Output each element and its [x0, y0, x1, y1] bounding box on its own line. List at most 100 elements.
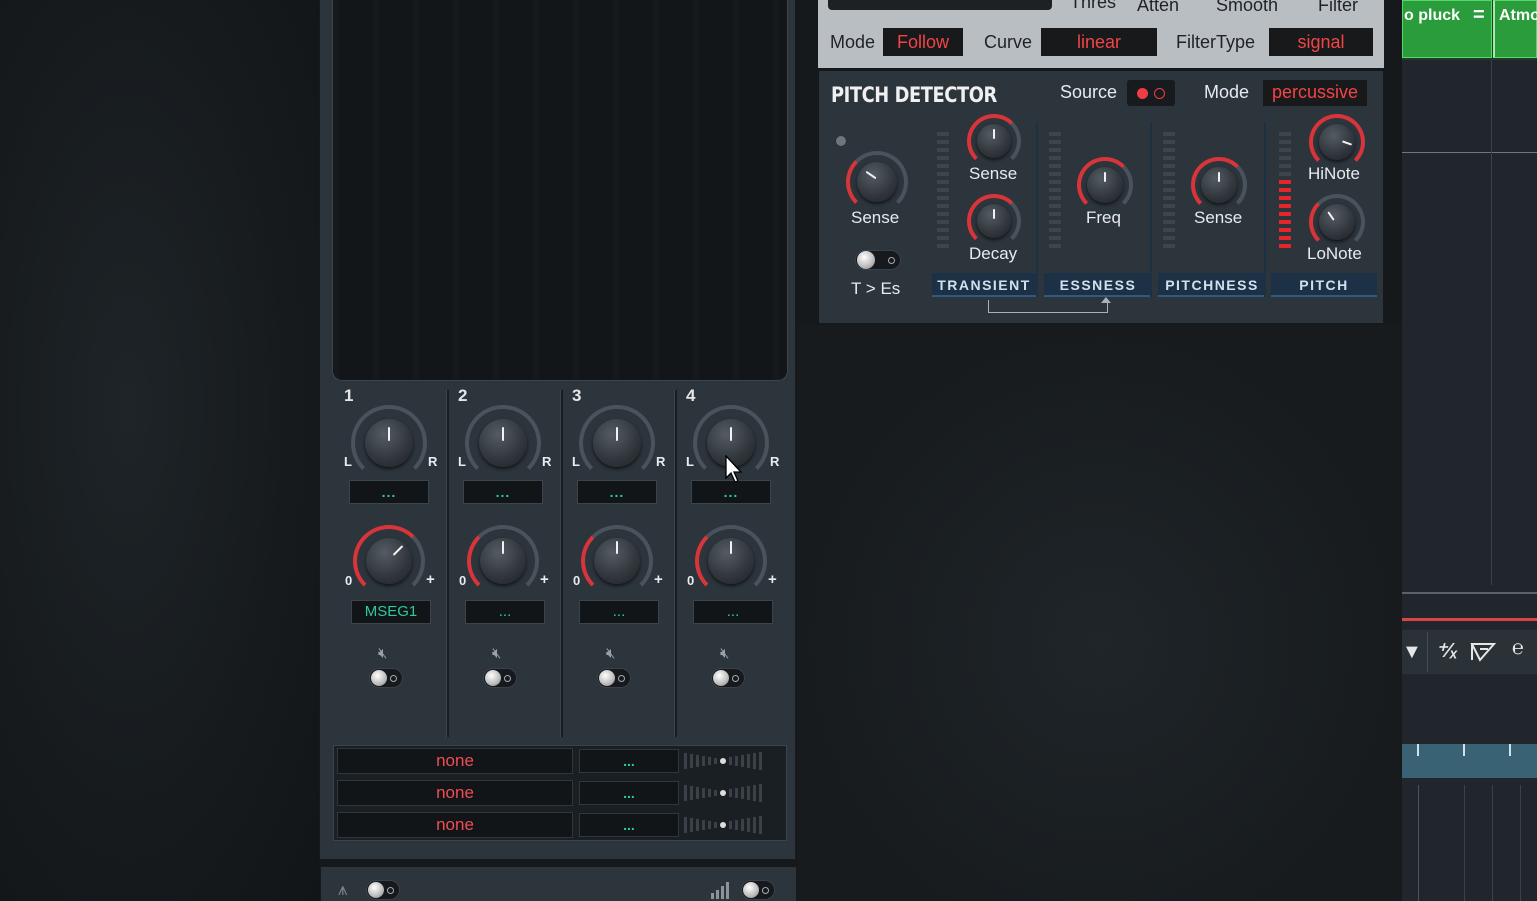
amount-plus-label: +	[540, 571, 549, 588]
channel-divider	[446, 390, 449, 737]
mod-depth-slider-2[interactable]	[684, 783, 762, 803]
desktop-background-left	[0, 0, 320, 901]
mod-depth-slider-1[interactable]	[684, 751, 762, 771]
amount-plus-label: +	[426, 571, 435, 588]
pan-left-label: L	[458, 454, 466, 469]
mute-toggle-2[interactable]	[483, 668, 517, 688]
transient-decay-knob[interactable]	[967, 194, 1021, 248]
amount-plus-label: +	[768, 571, 777, 588]
essness-freq-label: Freq	[1086, 208, 1121, 227]
grid-line	[1520, 785, 1521, 901]
channel-number: 1	[344, 386, 354, 405]
mod-source-1[interactable]: MSEG1	[351, 600, 431, 624]
grid-line	[1491, 60, 1492, 585]
amount-min-label: 0	[687, 573, 695, 588]
mode-select[interactable]: Follow	[883, 28, 963, 56]
mod-target-1[interactable]: none	[337, 748, 573, 774]
pd-mode-select[interactable]: percussive	[1263, 80, 1367, 106]
t-es-label: T > Es	[851, 279, 901, 298]
transient-section-title: TRANSIENT	[932, 273, 1036, 297]
mod-source-row-2[interactable]: ...	[579, 781, 679, 805]
source-dot-active	[1137, 88, 1148, 99]
envelope-display	[828, 0, 1052, 10]
bottom-toggle-right[interactable]	[741, 880, 775, 900]
clip-marker	[1463, 744, 1465, 756]
mod-target-3[interactable]: none	[337, 812, 573, 838]
mod-source-2[interactable]: ...	[465, 600, 545, 624]
toolbar-divider	[1427, 632, 1428, 672]
transient-sense-knob[interactable]	[967, 114, 1021, 168]
pan-right-label: R	[428, 454, 438, 469]
mod-target-2[interactable]: none	[337, 780, 573, 806]
amount-knob-4[interactable]	[695, 525, 767, 597]
curve-tool-icon[interactable]: ℮	[1512, 637, 1524, 660]
channel-divider	[560, 390, 563, 737]
clip-marker	[1417, 744, 1419, 756]
curve-label: Curve	[984, 32, 1033, 52]
pd-mode-label: Mode	[1204, 82, 1250, 102]
mod-source-4[interactable]: ...	[693, 600, 773, 624]
mouse-cursor-icon	[725, 455, 743, 483]
channel-number: 2	[458, 386, 468, 405]
source-selector[interactable]	[1127, 80, 1175, 106]
pan-knob-2[interactable]	[465, 405, 541, 481]
track-divider	[1402, 152, 1537, 153]
curve-select[interactable]: linear	[1041, 28, 1157, 56]
indicator-led	[835, 135, 847, 147]
dropdown-triangle-icon[interactable]: ▼	[1402, 641, 1422, 664]
amount-knob-1[interactable]	[353, 525, 425, 597]
pitchness-sense-knob[interactable]	[1191, 157, 1247, 213]
transient-decay-label: Decay	[969, 244, 1018, 263]
mute-toggle-3[interactable]	[597, 668, 631, 688]
midi-clip[interactable]	[1402, 744, 1537, 778]
section-divider	[1150, 122, 1152, 297]
pane-separator	[1402, 592, 1537, 594]
mod-source-3[interactable]: ...	[579, 600, 659, 624]
filtertype-select[interactable]: signal	[1269, 28, 1373, 56]
channel-number: 4	[686, 386, 696, 405]
essness-meter	[1049, 132, 1061, 248]
clip-marker	[1509, 744, 1511, 756]
amount-knob-2[interactable]	[467, 525, 539, 597]
main-sense-knob[interactable]	[846, 151, 908, 213]
transient-sense-label: Sense	[969, 164, 1018, 183]
mod-source-row-3[interactable]: ...	[579, 813, 679, 837]
section-divider	[1036, 122, 1038, 297]
lonote-label: LoNote	[1307, 244, 1362, 263]
pan-left-label: L	[572, 454, 580, 469]
source-select-3[interactable]: ...	[577, 480, 657, 504]
essness-freq-knob[interactable]	[1077, 157, 1133, 213]
pan-knob-1[interactable]	[351, 405, 427, 481]
hinote-label: HiNote	[1308, 164, 1360, 183]
filtertype-label: FilterType	[1176, 32, 1256, 52]
tuning-fork-icon[interactable]: ⩚	[338, 880, 348, 900]
lonote-knob[interactable]	[1309, 194, 1365, 250]
hinote-knob[interactable]	[1309, 114, 1365, 170]
bottom-toggle-left[interactable]	[366, 880, 400, 900]
pitch-detector-title: PITCH DETECTOR	[831, 83, 997, 107]
desktop-background-center	[797, 325, 1402, 901]
pan-left-label: L	[686, 454, 694, 469]
scope-display	[332, 0, 788, 381]
source-select-1[interactable]: ...	[349, 480, 429, 504]
mute-toggle-1[interactable]	[369, 668, 403, 688]
amount-plus-label: +	[654, 571, 663, 588]
mod-source-row-1[interactable]: ...	[579, 749, 679, 773]
amount-knob-3[interactable]	[581, 525, 653, 597]
source-select-2[interactable]: ...	[463, 480, 543, 504]
t-es-toggle[interactable]	[855, 250, 901, 270]
velocity-tool-icon[interactable]	[1470, 641, 1498, 663]
filter-label: Filter	[1318, 0, 1358, 15]
source-label: Source	[1060, 82, 1118, 102]
mute-toggle-4[interactable]	[711, 668, 745, 688]
clip-menu-icon[interactable]: =	[1473, 4, 1485, 27]
mod-depth-slider-3[interactable]	[684, 815, 762, 835]
pan-knob-3[interactable]	[579, 405, 655, 481]
thres-label: Thres	[1070, 0, 1117, 12]
pitchness-section-title: PITCHNESS	[1158, 273, 1266, 297]
pitch-section-title: PITCH	[1271, 273, 1377, 297]
playhead-strip	[1402, 618, 1537, 621]
quantize-icon[interactable]: ⁺⁄ₓ	[1436, 638, 1458, 663]
amount-min-label: 0	[345, 573, 353, 588]
mute-icon: 🔇︎	[606, 645, 616, 662]
